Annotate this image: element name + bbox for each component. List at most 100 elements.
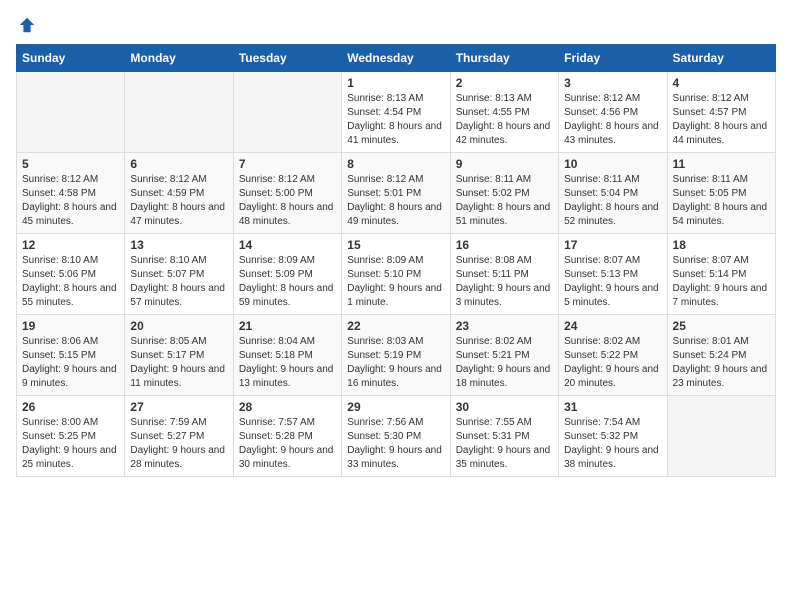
- day-number: 4: [673, 76, 770, 90]
- day-info: Sunrise: 8:00 AM Sunset: 5:25 PM Dayligh…: [22, 416, 119, 472]
- day-number: 27: [130, 400, 227, 414]
- day-info: Sunrise: 8:09 AM Sunset: 5:09 PM Dayligh…: [239, 254, 336, 310]
- day-cell-15: 15 Sunrise: 8:09 AM Sunset: 5:10 PM Dayli…: [342, 234, 450, 315]
- day-number: 28: [239, 400, 336, 414]
- day-cell-3: 3 Sunrise: 8:12 AM Sunset: 4:56 PM Daylig…: [559, 72, 667, 153]
- day-cell-30: 30Sunrise: 7:55 AM Sunset: 5:31 PM Dayli…: [450, 396, 558, 477]
- day-number: 25: [673, 319, 770, 333]
- day-number: 6: [130, 157, 227, 171]
- logo-icon: [18, 16, 36, 34]
- weekday-header-monday: Monday: [125, 45, 233, 72]
- day-cell-1: 1 Sunrise: 8:13 AM Sunset: 4:54 PM Daylig…: [342, 72, 450, 153]
- day-number: 20: [130, 319, 227, 333]
- day-number: 30: [456, 400, 553, 414]
- day-cell-28: 28 Sunrise: 7:57 AM Sunset: 5:28 PM Dayli…: [233, 396, 341, 477]
- day-number: 13: [130, 238, 227, 252]
- day-number: 26: [22, 400, 119, 414]
- day-info: Sunrise: 8:12 AM Sunset: 4:57 PM Dayligh…: [673, 92, 770, 148]
- week-row-4: 19 Sunrise: 8:06 AM Sunset: 5:15 PM Dayli…: [17, 315, 776, 396]
- day-number: 17: [564, 238, 661, 252]
- week-row-2: 5 Sunrise: 8:12 AM Sunset: 4:58 PM Daylig…: [17, 153, 776, 234]
- day-cell-11: 11Sunrise: 8:11 AM Sunset: 5:05 PM Dayli…: [667, 153, 775, 234]
- day-number: 3: [564, 76, 661, 90]
- empty-cell: [667, 396, 775, 477]
- day-info: Sunrise: 7:56 AM Sunset: 5:30 PM Dayligh…: [347, 416, 444, 472]
- day-cell-16: 16 Sunrise: 8:08 AM Sunset: 5:11 PM Dayli…: [450, 234, 558, 315]
- day-cell-20: 20 Sunrise: 8:05 AM Sunset: 5:17 PM Dayli…: [125, 315, 233, 396]
- weekday-header-wednesday: Wednesday: [342, 45, 450, 72]
- week-row-3: 12 Sunrise: 8:10 AM Sunset: 5:06 PM Dayli…: [17, 234, 776, 315]
- day-info: Sunrise: 8:08 AM Sunset: 5:11 PM Dayligh…: [456, 254, 553, 310]
- day-info: Sunrise: 8:10 AM Sunset: 5:06 PM Dayligh…: [22, 254, 119, 310]
- day-info: Sunrise: 8:11 AM Sunset: 5:04 PM Dayligh…: [564, 173, 661, 229]
- day-cell-10: 10 Sunrise: 8:11 AM Sunset: 5:04 PM Dayli…: [559, 153, 667, 234]
- day-cell-22: 22Sunrise: 8:03 AM Sunset: 5:19 PM Dayli…: [342, 315, 450, 396]
- day-info: Sunrise: 8:01 AM Sunset: 5:24 PM Dayligh…: [673, 335, 770, 391]
- day-info: Sunrise: 7:59 AM Sunset: 5:27 PM Dayligh…: [130, 416, 227, 472]
- day-cell-8: 8 Sunrise: 8:12 AM Sunset: 5:01 PM Daylig…: [342, 153, 450, 234]
- day-number: 9: [456, 157, 553, 171]
- day-info: Sunrise: 8:03 AM Sunset: 5:19 PM Dayligh…: [347, 335, 444, 391]
- day-info: Sunrise: 7:57 AM Sunset: 5:28 PM Dayligh…: [239, 416, 336, 472]
- day-info: Sunrise: 8:12 AM Sunset: 4:59 PM Dayligh…: [130, 173, 227, 229]
- day-number: 23: [456, 319, 553, 333]
- day-cell-14: 14 Sunrise: 8:09 AM Sunset: 5:09 PM Dayli…: [233, 234, 341, 315]
- day-info: Sunrise: 8:07 AM Sunset: 5:13 PM Dayligh…: [564, 254, 661, 310]
- day-cell-18: 18Sunrise: 8:07 AM Sunset: 5:14 PM Dayli…: [667, 234, 775, 315]
- day-info: Sunrise: 8:10 AM Sunset: 5:07 PM Dayligh…: [130, 254, 227, 310]
- day-cell-19: 19 Sunrise: 8:06 AM Sunset: 5:15 PM Dayli…: [17, 315, 125, 396]
- day-cell-26: 26 Sunrise: 8:00 AM Sunset: 5:25 PM Dayli…: [17, 396, 125, 477]
- day-number: 7: [239, 157, 336, 171]
- day-number: 16: [456, 238, 553, 252]
- day-info: Sunrise: 8:02 AM Sunset: 5:21 PM Dayligh…: [456, 335, 553, 391]
- empty-cell: [233, 72, 341, 153]
- logo-text: [16, 16, 36, 34]
- day-info: Sunrise: 8:02 AM Sunset: 5:22 PM Dayligh…: [564, 335, 661, 391]
- day-cell-12: 12 Sunrise: 8:10 AM Sunset: 5:06 PM Dayli…: [17, 234, 125, 315]
- day-info: Sunrise: 8:12 AM Sunset: 4:56 PM Dayligh…: [564, 92, 661, 148]
- page-container: SundayMondayTuesdayWednesdayThursdayFrid…: [0, 0, 792, 487]
- day-info: Sunrise: 8:13 AM Sunset: 4:55 PM Dayligh…: [456, 92, 553, 148]
- day-cell-2: 2Sunrise: 8:13 AM Sunset: 4:55 PM Daylig…: [450, 72, 558, 153]
- weekday-header-tuesday: Tuesday: [233, 45, 341, 72]
- day-number: 10: [564, 157, 661, 171]
- day-number: 31: [564, 400, 661, 414]
- weekday-header-thursday: Thursday: [450, 45, 558, 72]
- weekday-header-row: SundayMondayTuesdayWednesdayThursdayFrid…: [17, 45, 776, 72]
- day-info: Sunrise: 8:06 AM Sunset: 5:15 PM Dayligh…: [22, 335, 119, 391]
- day-info: Sunrise: 8:12 AM Sunset: 4:58 PM Dayligh…: [22, 173, 119, 229]
- day-info: Sunrise: 8:04 AM Sunset: 5:18 PM Dayligh…: [239, 335, 336, 391]
- day-cell-21: 21Sunrise: 8:04 AM Sunset: 5:18 PM Dayli…: [233, 315, 341, 396]
- day-info: Sunrise: 8:11 AM Sunset: 5:05 PM Dayligh…: [673, 173, 770, 229]
- day-cell-29: 29 Sunrise: 7:56 AM Sunset: 5:30 PM Dayli…: [342, 396, 450, 477]
- day-cell-31: 31 Sunrise: 7:54 AM Sunset: 5:32 PM Dayli…: [559, 396, 667, 477]
- day-number: 29: [347, 400, 444, 414]
- empty-cell: [125, 72, 233, 153]
- day-number: 14: [239, 238, 336, 252]
- week-row-5: 26 Sunrise: 8:00 AM Sunset: 5:25 PM Dayli…: [17, 396, 776, 477]
- day-info: Sunrise: 8:09 AM Sunset: 5:10 PM Dayligh…: [347, 254, 444, 310]
- day-info: Sunrise: 8:05 AM Sunset: 5:17 PM Dayligh…: [130, 335, 227, 391]
- day-number: 24: [564, 319, 661, 333]
- day-number: 15: [347, 238, 444, 252]
- day-cell-5: 5 Sunrise: 8:12 AM Sunset: 4:58 PM Daylig…: [17, 153, 125, 234]
- day-cell-4: 4 Sunrise: 8:12 AM Sunset: 4:57 PM Daylig…: [667, 72, 775, 153]
- day-cell-27: 27 Sunrise: 7:59 AM Sunset: 5:27 PM Dayli…: [125, 396, 233, 477]
- day-number: 5: [22, 157, 119, 171]
- weekday-header-friday: Friday: [559, 45, 667, 72]
- day-info: Sunrise: 8:07 AM Sunset: 5:14 PM Dayligh…: [673, 254, 770, 310]
- day-number: 19: [22, 319, 119, 333]
- day-info: Sunrise: 8:13 AM Sunset: 4:54 PM Dayligh…: [347, 92, 444, 148]
- week-row-1: 1 Sunrise: 8:13 AM Sunset: 4:54 PM Daylig…: [17, 72, 776, 153]
- day-info: Sunrise: 7:54 AM Sunset: 5:32 PM Dayligh…: [564, 416, 661, 472]
- day-number: 1: [347, 76, 444, 90]
- weekday-header-sunday: Sunday: [17, 45, 125, 72]
- day-cell-13: 13 Sunrise: 8:10 AM Sunset: 5:07 PM Dayli…: [125, 234, 233, 315]
- day-cell-17: 17 Sunrise: 8:07 AM Sunset: 5:13 PM Dayli…: [559, 234, 667, 315]
- day-number: 8: [347, 157, 444, 171]
- day-number: 12: [22, 238, 119, 252]
- day-cell-24: 24 Sunrise: 8:02 AM Sunset: 5:22 PM Dayli…: [559, 315, 667, 396]
- day-info: Sunrise: 8:12 AM Sunset: 5:01 PM Dayligh…: [347, 173, 444, 229]
- day-info: Sunrise: 8:11 AM Sunset: 5:02 PM Dayligh…: [456, 173, 553, 229]
- weekday-header-saturday: Saturday: [667, 45, 775, 72]
